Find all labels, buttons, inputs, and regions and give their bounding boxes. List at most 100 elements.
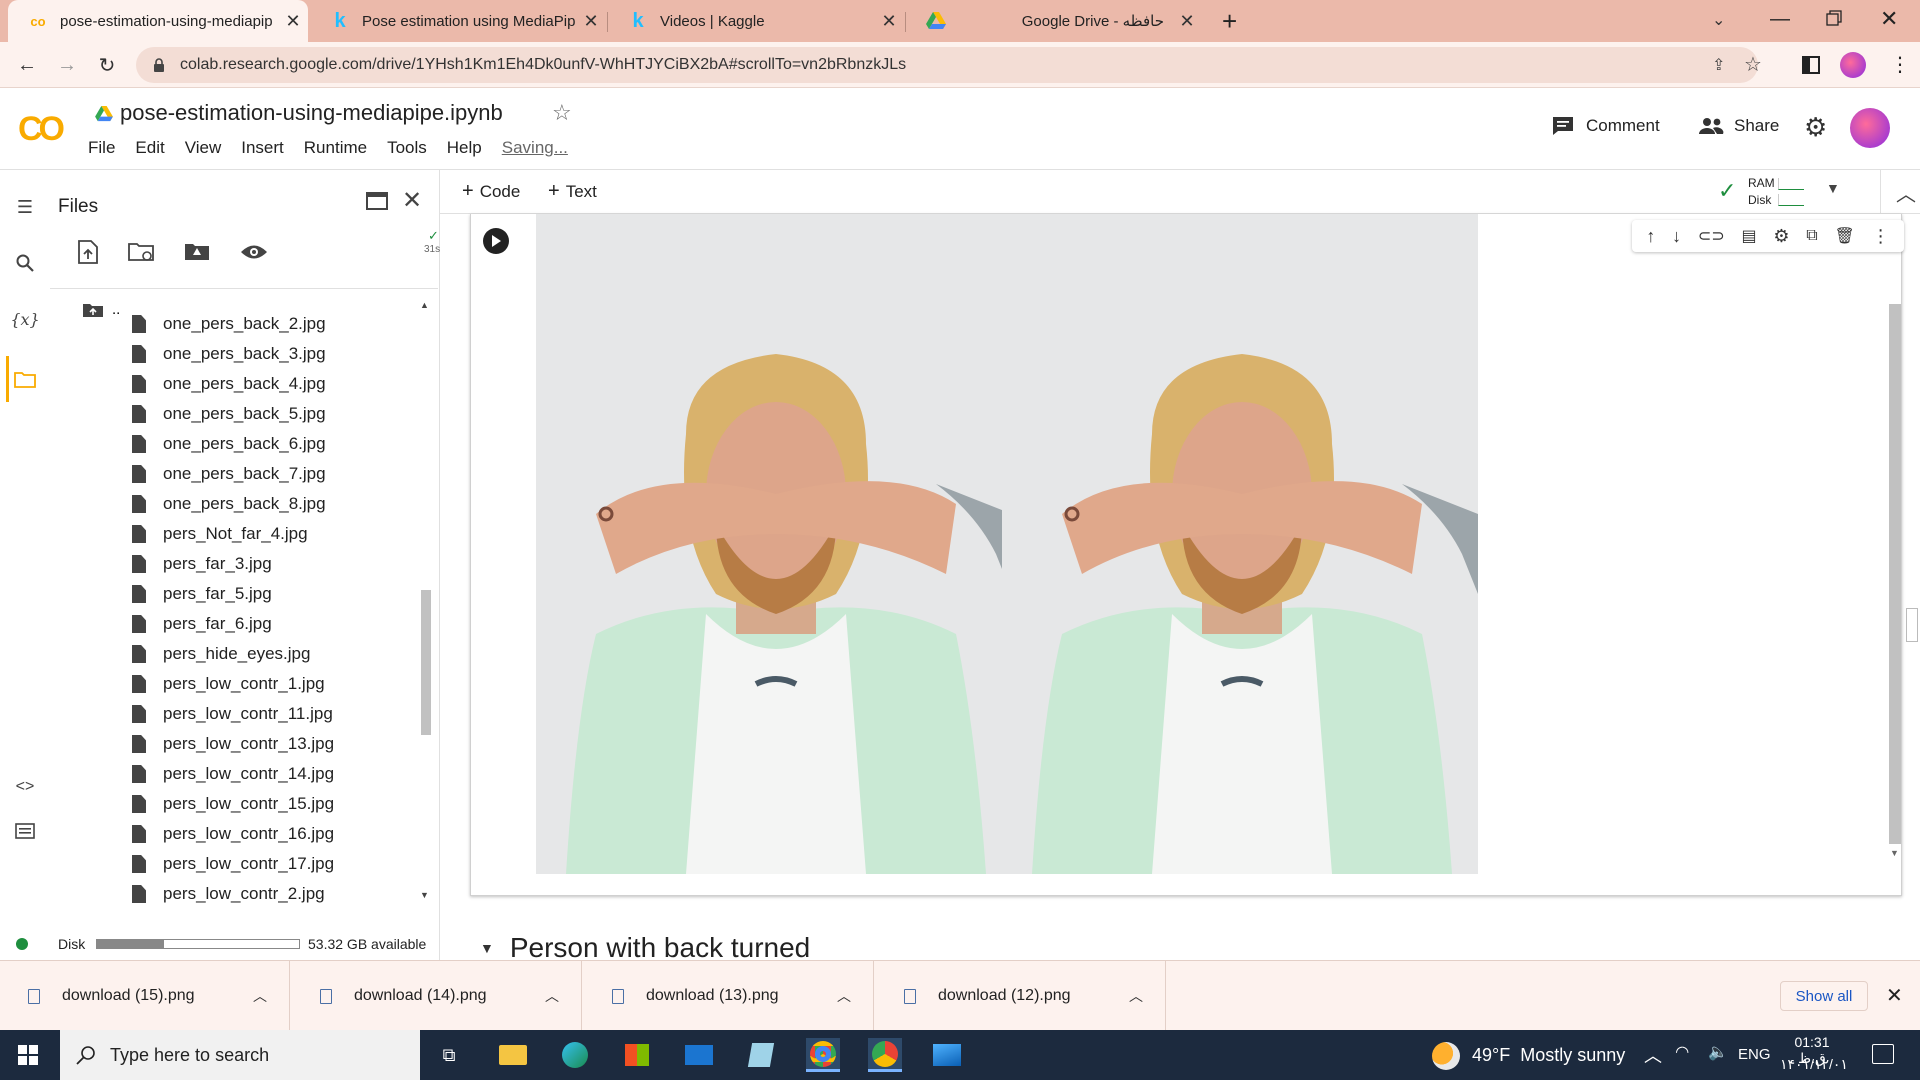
search-icon[interactable] [12,250,38,276]
share-page-icon[interactable]: ⇪ [1712,55,1725,75]
menu-insert[interactable]: Insert [241,138,284,158]
menu-file[interactable]: File [88,138,115,158]
file-row[interactable]: pers_low_contr_1.jpg [132,669,325,699]
chevron-up-icon[interactable]: ︿ [1644,1042,1662,1068]
weather-icon[interactable] [1432,1042,1460,1070]
address-bar[interactable]: colab.research.google.com/drive/1YHsh1Km… [136,47,1762,83]
side-panel-icon[interactable] [1802,56,1820,74]
minimize-button[interactable]: — [1770,8,1790,31]
notebook-title[interactable]: pose-estimation-using-mediapipe.ipynb [120,100,503,126]
download-item[interactable]: download (13).png ︿ [584,961,874,1031]
forward-icon[interactable]: → [52,50,82,80]
mount-drive-icon[interactable] [184,238,212,266]
notepad-icon[interactable] [744,1038,778,1072]
file-row[interactable]: pers_hide_eyes.jpg [132,639,310,669]
tab-colab[interactable]: co pose-estimation-using-mediapip ✕ [8,0,308,42]
close-icon[interactable]: ✕ [576,11,606,32]
close-icon[interactable]: ✕ [874,11,904,32]
menu-tools[interactable]: Tools [387,138,427,158]
file-row[interactable]: pers_low_contr_15.jpg [132,789,334,819]
account-avatar[interactable] [1850,108,1890,148]
more-options-icon[interactable]: ⋮ [1872,226,1890,247]
share-button[interactable]: Share [1698,116,1779,136]
file-row[interactable]: one_pers_back_2.jpg [132,309,326,339]
close-window-button[interactable]: ✕ [1880,6,1898,32]
variables-icon[interactable]: {x} [10,306,39,332]
notifications-icon[interactable] [1872,1044,1894,1064]
comment-button[interactable]: Comment [1552,116,1660,136]
close-icon[interactable]: ✕ [278,11,308,32]
add-code-cell-button[interactable]: + Code [462,180,520,203]
back-icon[interactable]: ← [12,50,42,80]
star-icon[interactable]: ☆ [552,100,572,126]
file-row[interactable]: pers_far_6.jpg [132,609,272,639]
close-panel-icon[interactable]: ✕ [402,186,422,215]
chevron-down-icon[interactable]: ▼ [1826,180,1840,196]
taskbar-search-box[interactable]: Type here to search [60,1030,420,1080]
collapse-section-icon[interactable]: ▼ [480,940,494,956]
new-tab-button[interactable]: + [1222,6,1237,37]
refresh-folder-icon[interactable] [128,238,156,266]
reload-icon[interactable]: ↻ [92,50,122,80]
file-row[interactable]: pers_low_contr_3.jpg [132,909,325,910]
chrome-profile-icon[interactable] [868,1038,902,1072]
menu-runtime[interactable]: Runtime [304,138,367,158]
close-icon[interactable]: ✕ [1172,11,1202,32]
clock-date[interactable]: ۱۴۰۱/۱۲/۰۱ [1780,1056,1848,1073]
notebook-scrollbar-thumb[interactable] [1906,608,1918,642]
weather-text[interactable]: 49°F Mostly sunny [1472,1045,1625,1066]
open-in-tab-icon[interactable] [366,192,388,210]
microsoft-store-icon[interactable] [620,1038,654,1072]
file-row[interactable]: one_pers_back_5.jpg [132,399,326,429]
file-row[interactable]: one_pers_back_7.jpg [132,459,326,489]
menu-view[interactable]: View [185,138,222,158]
close-downloads-icon[interactable]: ✕ [1886,983,1903,1008]
file-row[interactable]: one_pers_back_6.jpg [132,429,326,459]
file-row[interactable]: pers_low_contr_2.jpg [132,879,325,909]
download-item[interactable]: download (14).png ︿ [292,961,582,1031]
scrollbar-thumb[interactable] [421,590,431,735]
download-item[interactable]: download (12).png ︿ [876,961,1166,1031]
edge-icon[interactable] [558,1038,592,1072]
menu-edit[interactable]: Edit [135,138,164,158]
table-of-contents-icon[interactable]: ☰ [12,194,38,220]
menu-help[interactable]: Help [447,138,482,158]
show-hidden-files-eye-icon[interactable] [240,238,268,266]
file-list-scrollbar[interactable]: ▲ ▼ [420,300,432,902]
volume-icon[interactable]: 🔈 [1708,1042,1728,1062]
move-down-icon[interactable]: ↓ [1672,226,1681,247]
settings-gear-icon[interactable]: ⚙ [1773,226,1789,247]
language-indicator[interactable]: ENG [1738,1046,1771,1063]
parent-folder-row[interactable]: .. [82,301,120,318]
tab-google-drive[interactable]: Google Drive - حافظه ✕ [906,0,1202,42]
bookmark-star-icon[interactable]: ☆ [1744,52,1762,77]
code-cell-output[interactable]: ▼ [470,214,1902,896]
file-row[interactable]: pers_low_contr_16.jpg [132,819,334,849]
chevron-up-icon[interactable]: ︿ [1129,986,1143,1006]
file-row[interactable]: pers_far_3.jpg [132,549,272,579]
mail-icon[interactable] [682,1038,716,1072]
scroll-down-arrow-icon[interactable]: ▼ [420,890,429,900]
file-row[interactable]: one_pers_back_3.jpg [132,339,326,369]
download-item[interactable]: download (15).png ︿ [0,961,290,1031]
task-view-icon[interactable]: ⧉ [432,1038,466,1072]
move-up-icon[interactable]: ↑ [1646,226,1655,247]
add-text-cell-button[interactable]: + Text [548,180,597,203]
file-row[interactable]: one_pers_back_8.jpg [132,489,326,519]
settings-gear-icon[interactable]: ⚙ [1804,112,1827,143]
chevron-up-icon[interactable]: ︿ [837,986,851,1006]
folder-icon[interactable] [12,366,38,392]
photos-icon[interactable] [930,1038,964,1072]
delete-icon[interactable]: 🗑 [1834,226,1854,246]
file-row[interactable]: pers_low_contr_13.jpg [132,729,334,759]
restore-button[interactable] [1826,10,1842,31]
saving-status[interactable]: Saving... [502,138,568,158]
output-scrollbar[interactable]: ▼ [1889,304,1901,864]
collapse-header-icon[interactable]: ︿ [1896,178,1916,207]
browser-menu-icon[interactable]: ⋮ [1890,52,1910,77]
file-row[interactable]: pers_Not_far_4.jpg [132,519,308,549]
file-row[interactable]: pers_low_contr_14.jpg [132,759,334,789]
file-row[interactable]: pers_low_contr_11.jpg [132,699,333,729]
comment-icon[interactable]: ▤ [1741,226,1756,246]
resources-indicator[interactable]: ✓ RAM Disk ▼ [1718,176,1878,208]
